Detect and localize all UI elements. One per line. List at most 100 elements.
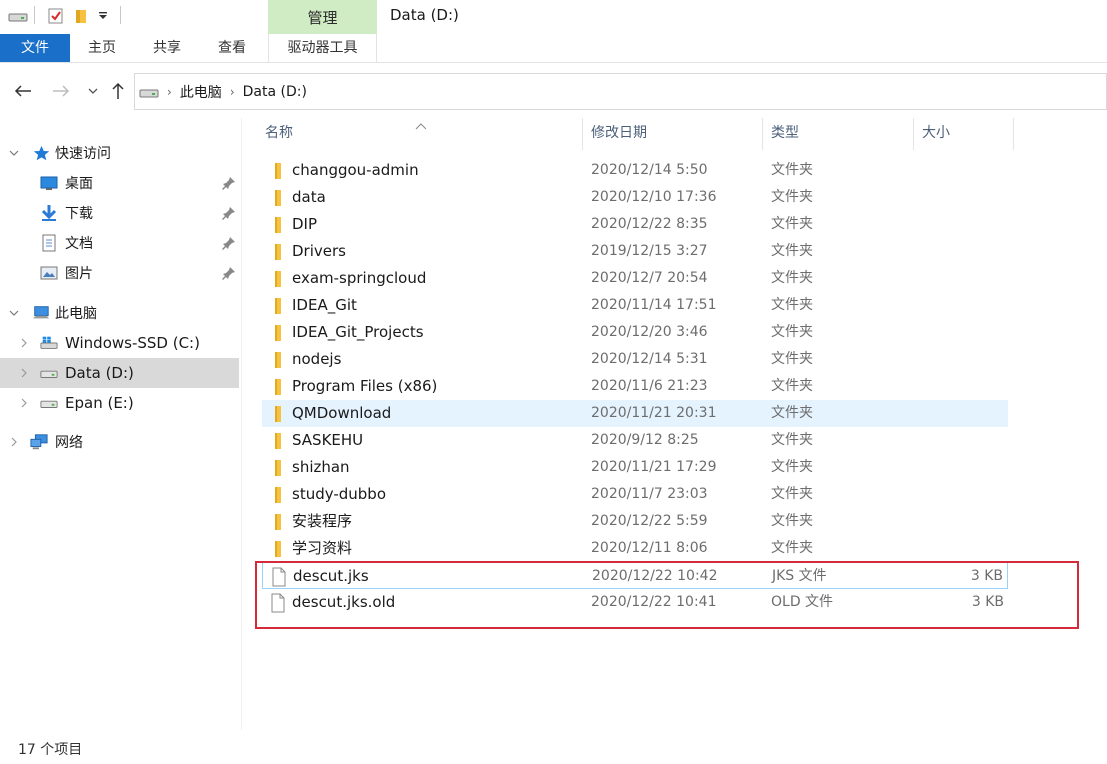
file-row[interactable]: data 2020/12/10 17:36 文件夹 xyxy=(262,184,1008,211)
folder-icon xyxy=(268,377,288,397)
tree-label: Windows-SSD (C:) xyxy=(65,334,200,352)
tree-label: Data (D:) xyxy=(65,364,134,382)
pin-icon[interactable] xyxy=(222,236,236,250)
recent-locations-chevron-icon[interactable] xyxy=(82,80,104,102)
file-type: 文件夹 xyxy=(771,513,813,529)
file-row[interactable]: IDEA_Git_Projects 2020/12/20 3:46 文件夹 xyxy=(262,319,1008,346)
chevron-right-icon[interactable] xyxy=(18,367,30,379)
tree-label: 下载 xyxy=(65,206,93,222)
computer-icon xyxy=(32,304,50,322)
tree-label: 桌面 xyxy=(65,176,93,192)
file-row[interactable]: changgou-admin 2020/12/14 5:50 文件夹 xyxy=(262,157,1008,184)
file-date: 2020/11/21 20:31 xyxy=(591,405,717,421)
pin-icon[interactable] xyxy=(222,266,236,280)
chevron-right-icon[interactable] xyxy=(18,337,30,349)
file-row[interactable]: Program Files (x86) 2020/11/6 21:23 文件夹 xyxy=(262,373,1008,400)
file-date: 2020/12/7 20:54 xyxy=(591,270,708,286)
file-row[interactable]: 学习资料 2020/12/11 8:06 文件夹 xyxy=(262,535,1008,562)
column-header-date[interactable]: 修改日期 xyxy=(583,118,762,150)
file-row[interactable]: shizhan 2020/11/21 17:29 文件夹 xyxy=(262,454,1008,481)
tree-label: 此电脑 xyxy=(55,306,97,322)
up-button[interactable] xyxy=(107,80,129,102)
tab-home[interactable]: 主页 xyxy=(72,34,132,62)
file-date: 2020/12/22 8:35 xyxy=(591,216,708,232)
ribbon-tabs: 文件 主页 共享 查看 驱动器工具 xyxy=(0,34,1107,63)
column-header-size[interactable]: 大小 xyxy=(914,118,1013,150)
folder-icon xyxy=(268,431,288,451)
file-type: 文件夹 xyxy=(771,297,813,313)
back-button[interactable] xyxy=(12,80,34,102)
file-date: 2020/12/20 3:46 xyxy=(591,324,708,340)
file-row[interactable]: Drivers 2019/12/15 3:27 文件夹 xyxy=(262,238,1008,265)
file-row[interactable]: 安装程序 2020/12/22 5:59 文件夹 xyxy=(262,508,1008,535)
properties-icon[interactable] xyxy=(48,7,64,25)
folder-icon xyxy=(268,296,288,316)
tree-label: 网络 xyxy=(55,435,83,451)
tree-item-drive-c[interactable]: Windows-SSD (C:) xyxy=(0,328,239,358)
picture-icon xyxy=(40,264,58,282)
tree-item-drive-e[interactable]: Epan (E:) xyxy=(0,388,239,418)
folder-icon xyxy=(268,269,288,289)
folder-icon xyxy=(268,404,288,424)
forward-button[interactable] xyxy=(50,80,72,102)
folder-icon xyxy=(268,323,288,343)
tree-item-quick-access[interactable]: 快速访问 xyxy=(0,138,239,168)
tree-label: 快速访问 xyxy=(55,146,111,162)
chevron-down-icon[interactable] xyxy=(8,147,20,159)
download-icon xyxy=(40,204,58,222)
file-row[interactable]: nodejs 2020/12/14 5:31 文件夹 xyxy=(262,346,1008,373)
address-bar[interactable]: › 此电脑 › Data (D:) xyxy=(134,73,1107,110)
new-folder-icon[interactable] xyxy=(74,7,90,25)
manage-tab[interactable]: 管理 xyxy=(268,0,377,34)
file-row[interactable]: IDEA_Git 2020/11/14 17:51 文件夹 xyxy=(262,292,1008,319)
tree-item-documents[interactable]: 文档 xyxy=(0,228,239,258)
folder-icon xyxy=(268,485,288,505)
tab-file[interactable]: 文件 xyxy=(0,34,70,62)
tree-item-network[interactable]: 网络 xyxy=(0,427,239,457)
file-name: QMDownload xyxy=(292,404,392,422)
file-name: Program Files (x86) xyxy=(292,377,438,395)
tree-item-this-pc[interactable]: 此电脑 xyxy=(0,298,239,328)
chevron-right-icon[interactable] xyxy=(18,397,30,409)
tree-label: Epan (E:) xyxy=(65,394,134,412)
customize-qat-icon[interactable] xyxy=(98,7,108,25)
file-type: 文件夹 xyxy=(771,432,813,448)
network-icon xyxy=(30,433,48,451)
folder-icon xyxy=(268,242,288,262)
column-divider[interactable] xyxy=(1013,118,1014,150)
breadcrumb-data-drive[interactable]: Data (D:) xyxy=(243,84,307,100)
file-row[interactable]: QMDownload 2020/11/21 20:31 文件夹 xyxy=(262,400,1008,427)
breadcrumb-separator-icon[interactable]: › xyxy=(230,85,235,99)
file-name: 安装程序 xyxy=(292,512,353,530)
item-count: 17 个项目 xyxy=(18,742,83,758)
breadcrumb-separator-icon[interactable]: › xyxy=(167,85,172,99)
file-date: 2020/12/14 5:31 xyxy=(591,351,708,367)
file-date: 2020/12/11 8:06 xyxy=(591,540,708,556)
column-header-name[interactable]: 名称 xyxy=(257,118,582,150)
file-type: 文件夹 xyxy=(771,351,813,367)
chevron-right-icon[interactable] xyxy=(8,436,20,448)
file-list: 名称 修改日期 类型 大小 changgou-admin 2020/12/14 5… xyxy=(242,118,1107,730)
tab-view[interactable]: 查看 xyxy=(202,34,262,62)
tree-item-downloads[interactable]: 下载 xyxy=(0,198,239,228)
drive-icon xyxy=(8,7,28,25)
tree-item-drive-d[interactable]: Data (D:) xyxy=(0,358,239,388)
file-row[interactable]: study-dubbo 2020/11/7 23:03 文件夹 xyxy=(262,481,1008,508)
file-row[interactable]: exam-springcloud 2020/12/7 20:54 文件夹 xyxy=(262,265,1008,292)
tree-item-desktop[interactable]: 桌面 xyxy=(0,168,239,198)
folder-icon xyxy=(268,350,288,370)
tab-share[interactable]: 共享 xyxy=(136,34,198,62)
file-type: 文件夹 xyxy=(771,162,813,178)
file-row[interactable]: SASKEHU 2020/9/12 8:25 文件夹 xyxy=(262,427,1008,454)
column-header-type[interactable]: 类型 xyxy=(763,118,913,150)
file-type: 文件夹 xyxy=(771,216,813,232)
file-type: 文件夹 xyxy=(771,243,813,259)
file-row[interactable]: DIP 2020/12/22 8:35 文件夹 xyxy=(262,211,1008,238)
breadcrumb-this-pc[interactable]: 此电脑 xyxy=(180,82,222,102)
tree-item-pictures[interactable]: 图片 xyxy=(0,258,239,288)
pin-icon[interactable] xyxy=(222,176,236,190)
tab-drive-tools[interactable]: 驱动器工具 xyxy=(268,34,377,62)
file-name: Drivers xyxy=(292,242,346,260)
chevron-down-icon[interactable] xyxy=(8,307,20,319)
pin-icon[interactable] xyxy=(222,206,236,220)
